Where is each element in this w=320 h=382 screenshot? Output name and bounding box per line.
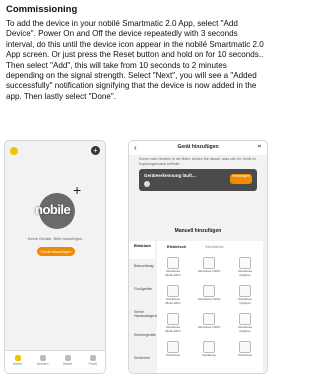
scan-icon[interactable]: ⌗ <box>258 144 261 151</box>
device-tile[interactable]: Steckdose <box>197 341 221 357</box>
discovery-label: Geräteerkennung läuft... <box>144 173 196 178</box>
sidebar-item[interactable]: Elektrisch <box>129 241 155 259</box>
device-grid: Elektrisch Steckdose Steckdose (BLE+WiFi… <box>157 241 263 373</box>
tile-label: Steckdose (BLE+WiFi) <box>165 325 181 333</box>
sidebar-item[interactable]: Sicherheit <box>129 356 155 371</box>
category-sidebar: Elektrisch Beleuchtung Großgeräte Kleine… <box>129 241 160 373</box>
tile-label: Steckdose (Zigbee) <box>237 269 252 277</box>
nav-item-profile[interactable]: Profil <box>80 351 105 373</box>
plug-icon <box>203 285 215 297</box>
plug-icon <box>239 285 251 297</box>
tile-label: Steckdose (WiFi) <box>197 269 221 273</box>
plug-icon <box>203 313 215 325</box>
sidebar-item[interactable]: Großgeräte <box>129 287 155 302</box>
bottom-nav: Home Szenen Smart Profil <box>5 350 105 373</box>
plug-icon <box>203 257 215 269</box>
device-icon <box>144 181 150 187</box>
tile-label: Steckdose <box>165 353 180 357</box>
phone-screen-add-device: ‹ Gerät hinzufügen ⌗ Suche nach Geräten … <box>128 140 268 374</box>
scenes-icon <box>39 355 46 361</box>
plug-icon <box>167 341 179 353</box>
app-logo-icon <box>10 147 18 155</box>
device-tile[interactable]: Steckdose (WiFi) <box>197 257 221 273</box>
plug-icon <box>239 341 251 353</box>
plug-icon <box>239 257 251 269</box>
profile-icon <box>89 355 96 361</box>
category-heading: Elektrisch <box>167 244 187 249</box>
add-found-device-button[interactable]: Hinzufügen <box>230 174 252 184</box>
plus-icon: + <box>73 182 82 198</box>
device-tile[interactable]: Steckdose (Zigbee) <box>233 285 257 305</box>
plug-icon <box>167 257 179 269</box>
nav-label: Profil <box>88 362 97 366</box>
manual-add-title: Manuell hinzufügen <box>174 228 222 234</box>
sidebar-item[interactable]: Kleine Haushaltsgeräte <box>129 310 160 325</box>
nav-label: Szenen <box>36 362 49 366</box>
add-device-button[interactable]: Gerät hinzufügen <box>37 247 75 256</box>
home-icon <box>14 355 21 361</box>
device-tile[interactable]: Steckdose <box>233 341 257 357</box>
section-title: Commissioning <box>6 4 78 15</box>
tile-label: Steckdose (WiFi) <box>197 297 221 301</box>
sidebar-item[interactable]: Beleuchtung <box>129 264 155 279</box>
nobile-logo: nobile <box>35 193 75 229</box>
device-tile[interactable]: Steckdose (Zigbee) <box>233 257 257 277</box>
tile-label: Steckdose <box>201 353 216 357</box>
device-tile[interactable]: Steckdose (BLE+WiFi) <box>161 257 185 277</box>
category-heading: Steckdose <box>205 244 224 249</box>
nav-item-scenes[interactable]: Szenen <box>30 351 55 373</box>
tile-label: Steckdose (WiFi) <box>197 325 221 329</box>
device-tile[interactable]: Steckdose <box>161 341 185 357</box>
instructions-text: To add the device in your nobilé Smartma… <box>6 19 264 101</box>
plug-icon <box>239 313 251 325</box>
nav-label: Home <box>12 362 23 366</box>
smart-icon <box>64 355 71 361</box>
tile-label: Steckdose (BLE+WiFi) <box>165 269 181 277</box>
device-tile[interactable]: Steckdose (BLE+WiFi) <box>161 285 185 305</box>
tile-label: Steckdose <box>237 353 252 357</box>
page-title: Gerät hinzufügen <box>177 144 219 150</box>
plug-icon <box>203 341 215 353</box>
device-tile[interactable]: Steckdose (WiFi) <box>197 313 221 329</box>
phone-screen-home: + + nobile Keine Geräte. Bitte hinzufüge… <box>4 140 106 374</box>
nav-label: Smart <box>62 362 73 366</box>
tile-label: Steckdose (Zigbee) <box>237 325 252 333</box>
add-icon[interactable]: + <box>91 146 100 155</box>
header-bar: ‹ Gerät hinzufügen ⌗ <box>129 141 267 155</box>
empty-state-caption: Keine Geräte. Bitte hinzufügen <box>27 236 83 241</box>
tile-label: Steckdose (BLE+WiFi) <box>165 297 181 305</box>
device-discovery-card: Geräteerkennung läuft... Hinzufügen <box>139 169 257 191</box>
device-tile[interactable]: Steckdose (WiFi) <box>197 285 221 301</box>
nav-item-home[interactable]: Home <box>5 351 30 373</box>
tile-label: Steckdose (Zigbee) <box>237 297 252 305</box>
info-text: Suche nach Geräten in der Nähe. Achten S… <box>139 157 256 166</box>
plug-icon <box>167 313 179 325</box>
plug-icon <box>167 285 179 297</box>
nobile-logo-text: nobile <box>35 202 71 217</box>
device-tile[interactable]: Steckdose (Zigbee) <box>233 313 257 333</box>
device-tile[interactable]: Steckdose (BLE+WiFi) <box>161 313 185 333</box>
sidebar-item[interactable]: Küchengeräte <box>129 333 156 348</box>
nav-item-smart[interactable]: Smart <box>55 351 80 373</box>
